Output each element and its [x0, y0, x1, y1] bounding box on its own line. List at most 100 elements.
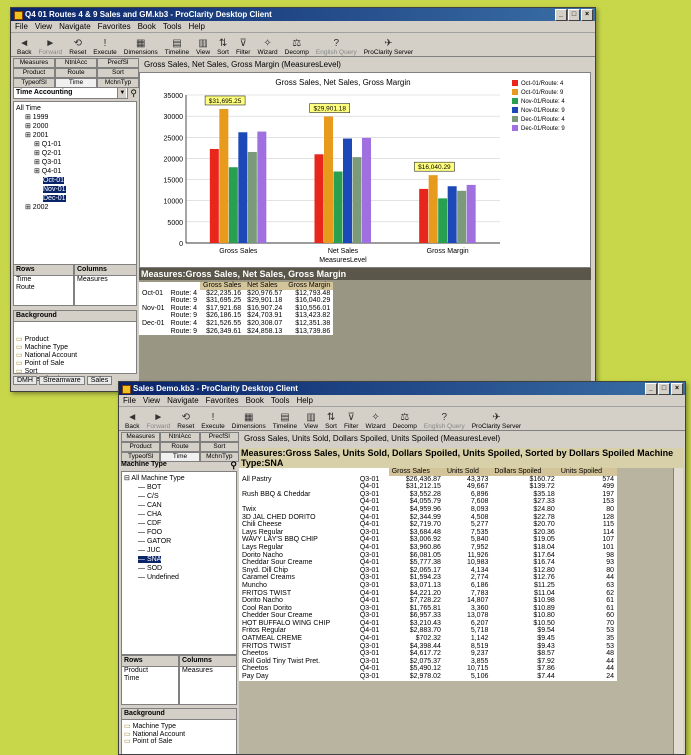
bar[interactable] — [219, 108, 229, 244]
row-header[interactable]: Pay Day — [239, 673, 357, 681]
row-header[interactable]: Q4-01 — [357, 665, 389, 673]
row-header[interactable]: Route: 9 — [168, 328, 200, 336]
menu-favorites[interactable]: Favorites — [98, 21, 131, 32]
row-header[interactable]: Cool Ran Dorito — [239, 605, 357, 613]
menu-navigate[interactable]: Navigate — [59, 21, 91, 32]
tree-node-2002[interactable]: ⊞ 2002 — [14, 203, 136, 212]
maximize-button-2[interactable]: □ — [658, 383, 670, 395]
menu-tools[interactable]: Tools — [271, 395, 290, 406]
menu-book[interactable]: Book — [246, 395, 264, 406]
column-header[interactable]: Gross Sales — [200, 282, 245, 290]
tab-route[interactable]: Route — [55, 68, 97, 78]
row-header[interactable]: Q4-01 — [357, 620, 389, 628]
row-header[interactable]: Q4-01 — [357, 514, 389, 522]
background-item-point-of-sale[interactable]: ▭ Point of Sale — [124, 738, 236, 746]
bottom-tab-sales[interactable]: Sales — [86, 376, 113, 385]
tree-node-bot[interactable]: — BOT — [122, 483, 236, 492]
background-item-sort[interactable]: ▭ Sort — [16, 368, 136, 376]
tree-node-undefined[interactable]: — Undefined — [122, 573, 236, 582]
binoculars-icon-2[interactable]: ⚲ — [230, 460, 237, 470]
maximize-button[interactable]: □ — [568, 9, 580, 21]
row-header[interactable]: Dorito Nacho — [239, 552, 357, 560]
bar[interactable] — [438, 198, 448, 243]
tree-node-q1-01[interactable]: ⊞ Q1-01 — [14, 140, 136, 149]
row-header[interactable]: All Pastry — [239, 476, 357, 484]
row-header[interactable]: Q3-01 — [357, 476, 389, 484]
background-item-national-account[interactable]: ▭ National Account — [16, 352, 136, 360]
wizard-button[interactable]: ✧ Wizard — [362, 408, 388, 430]
row-header[interactable]: Q4-01 — [357, 521, 389, 529]
axis-item-product[interactable]: Product — [124, 667, 178, 675]
menu-view[interactable]: View — [35, 21, 52, 32]
tab-measures[interactable]: Measures — [121, 432, 161, 442]
tree-node-q3-01[interactable]: ⊞ Q3-01 — [14, 158, 136, 167]
row-header[interactable]: Q4-01 — [357, 559, 389, 567]
menu-help[interactable]: Help — [297, 395, 313, 406]
axis-item-time[interactable]: Time — [124, 675, 178, 683]
row-header[interactable]: WAVY LAY'S BBQ CHIP — [239, 536, 357, 544]
tab-precfsl[interactable]: PrecfSl — [199, 432, 239, 442]
tree-node-c-s[interactable]: — C/S — [122, 492, 236, 501]
axis-item-measures[interactable]: Measures — [182, 667, 236, 675]
bar[interactable] — [314, 154, 324, 243]
row-header[interactable]: Oct-01 — [139, 290, 168, 298]
row-header[interactable]: Q4-01 — [357, 627, 389, 635]
row-header[interactable]: Chili Cheese — [239, 521, 357, 529]
minimize-button-2[interactable]: _ — [645, 383, 657, 395]
time-dropdown[interactable]: Time Accounting ▼ — [13, 87, 129, 99]
bar[interactable] — [209, 148, 219, 243]
row-header[interactable]: Dorito Nacho — [239, 597, 357, 605]
binoculars-icon[interactable]: ⚲ — [130, 88, 137, 99]
background-item-point-of-sale[interactable]: ▭ Point of Sale — [16, 360, 136, 368]
column-header[interactable]: Dollars Spoiled — [491, 468, 558, 476]
row-header[interactable] — [139, 297, 168, 305]
bar[interactable] — [324, 116, 333, 243]
tab-precfsl[interactable]: PrecfSl — [97, 58, 139, 68]
decomp-button[interactable]: ⚖ Decomp — [282, 34, 312, 56]
background-item-national-account[interactable]: ▭ National Account — [124, 731, 236, 739]
bar[interactable] — [428, 175, 438, 243]
row-header[interactable]: Chedder Sour Creame — [239, 612, 357, 620]
row-header[interactable]: Q3-01 — [357, 574, 389, 582]
row-header[interactable]: Q3-01 — [357, 567, 389, 575]
filter-button[interactable]: ⊽ Filter — [233, 34, 253, 56]
row-header[interactable]: Nov-01 — [139, 305, 168, 313]
tree-node-sod[interactable]: — SOD — [122, 564, 236, 573]
row-header[interactable]: Q4-01 — [357, 483, 389, 491]
decomp-button[interactable]: ⚖ Decomp — [390, 408, 420, 430]
row-header[interactable]: Cheetos — [239, 665, 357, 673]
forward-button[interactable]: ► Forward — [143, 408, 173, 430]
row-header[interactable]: Q3-01 — [357, 529, 389, 537]
background-item-machine-type[interactable]: ▭ Machine Type — [124, 723, 236, 731]
view-button[interactable]: ▥ View — [193, 34, 213, 56]
menu-view[interactable]: View — [143, 395, 160, 406]
row-header[interactable]: Q4-01 — [357, 544, 389, 552]
bottom-tab-streamware[interactable]: Streamware — [38, 376, 85, 385]
dimensions-button[interactable]: ▦ Dimensions — [229, 408, 269, 430]
row-header[interactable]: Route: 4 — [168, 320, 200, 328]
minimize-button[interactable]: _ — [555, 9, 567, 21]
row-header[interactable]: Q3-01 — [357, 643, 389, 651]
bar[interactable] — [447, 186, 457, 243]
column-header[interactable]: Units Spoiled — [557, 468, 617, 476]
bar[interactable] — [419, 188, 429, 243]
back-button[interactable]: ◄ Back — [122, 408, 142, 430]
row-header[interactable]: Q3-01 — [357, 552, 389, 560]
tree-node-1999[interactable]: ⊞ 1999 — [14, 113, 136, 122]
row-header[interactable]: Q4-01 — [357, 590, 389, 598]
row-header[interactable] — [139, 312, 168, 320]
column-header[interactable]: Gross Sales — [388, 468, 444, 476]
tree-node-sna[interactable]: — SNA — [122, 555, 236, 564]
row-header[interactable]: Fritos Regular — [239, 627, 357, 635]
sort-button[interactable]: ⇅ Sort — [214, 34, 232, 56]
proclarity-server-button[interactable]: ✈ ProClarity Server — [361, 34, 416, 56]
row-header[interactable]: Q3-01 — [357, 612, 389, 620]
menu-file[interactable]: File — [15, 21, 28, 32]
column-header[interactable]: Gross Margin — [285, 282, 334, 290]
legend-label[interactable]: Nov-01/Route: 4 — [521, 99, 565, 105]
bar[interactable] — [333, 171, 343, 243]
bar[interactable] — [466, 184, 476, 243]
bar[interactable] — [352, 157, 362, 243]
row-header[interactable]: Q4-01 — [357, 635, 389, 643]
row-header[interactable]: Q4-01 — [357, 506, 389, 514]
